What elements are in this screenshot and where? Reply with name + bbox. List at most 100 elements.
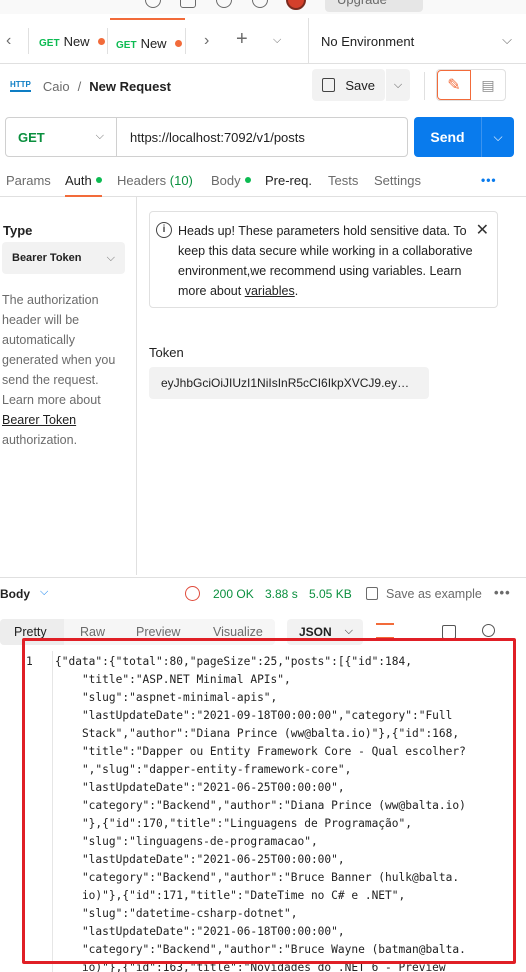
network-globe-icon[interactable] <box>185 586 200 601</box>
chevron-right-icon[interactable]: › <box>204 32 209 50</box>
save-as-example-button[interactable]: Save as example <box>366 587 482 601</box>
top-toolbar-strip: Upgrade <box>0 0 526 14</box>
code-line: Stack","author":"Diana Prince (ww@balta.… <box>55 727 460 740</box>
tab-body[interactable]: Body <box>211 173 251 188</box>
url-input[interactable]: https://localhost:7092/v1/posts <box>117 130 305 145</box>
tab-headers[interactable]: Headers (10) <box>117 173 193 188</box>
code-line: "slug":"aspnet-minimal-apis", <box>55 691 278 704</box>
send-button[interactable]: Send ⌵ <box>414 117 514 157</box>
tab-label: Body <box>211 173 241 188</box>
tab-params[interactable]: Params <box>6 173 51 188</box>
tab-label: Auth <box>65 173 92 188</box>
response-size[interactable]: 5.05 KB <box>309 587 352 601</box>
chevron-left-icon[interactable]: ‹ <box>6 32 11 50</box>
code-line: "category":"Backend","author":"Diana Pri… <box>55 799 466 812</box>
save-example-label: Save as example <box>386 587 482 601</box>
tab-preview[interactable]: Preview <box>122 619 194 645</box>
new-tab-plus-icon[interactable]: + <box>236 28 248 51</box>
response-time[interactable]: 3.88 s <box>265 587 298 601</box>
request-name[interactable]: New Request <box>89 79 171 94</box>
code-line: "slug":"datetime-csharp-dotnet", <box>55 907 298 920</box>
code-line: "lastUpdateDate":"2021-06-25T00:00:00", <box>55 781 345 794</box>
variables-link[interactable]: variables <box>245 284 295 298</box>
token-value: eyJhbGciOiJIUzI1NiIsInR5cCI6IkpXVCJ9.ey… <box>161 376 410 390</box>
breadcrumb-workspace[interactable]: Caio <box>43 79 70 94</box>
code-line: "category":"Backend","author":"Bruce Ban… <box>55 871 460 884</box>
tab-pretty[interactable]: Pretty <box>0 619 64 645</box>
auth-type-value: Bearer Token <box>12 252 82 264</box>
active-indicator-dot <box>244 177 251 183</box>
view-mode-toggle: ✎ ▤ <box>436 69 506 101</box>
info-icon: i <box>156 222 172 238</box>
avatar[interactable] <box>286 0 306 10</box>
response-bar: Body ⌵ 200 OK 3.88 s 5.05 KB Save as exa… <box>0 577 526 609</box>
tab-tests[interactable]: Tests <box>328 173 358 188</box>
response-view-tabs: Pretty Raw Preview Visualize JSON ⌵ <box>0 617 526 647</box>
divider <box>185 28 186 54</box>
settings-icon[interactable] <box>216 0 232 8</box>
method-label: GET <box>18 129 45 145</box>
format-select[interactable]: JSON ⌵ <box>287 619 363 645</box>
tab-visualize[interactable]: Visualize <box>199 619 277 645</box>
environment-selector[interactable]: No Environment ⌵ <box>308 18 526 64</box>
save-options-button[interactable]: ⌵ <box>386 69 410 101</box>
tab-auth[interactable]: Auth <box>65 173 102 197</box>
code-line: "lastUpdateDate":"2021-06-25T00:00:00", <box>55 853 345 866</box>
code-line: "lastUpdateDate":"2021-06-18T00:00:00", <box>55 925 345 938</box>
copy-icon[interactable] <box>442 625 456 639</box>
request-tab-active[interactable]: GET New <box>110 18 185 64</box>
token-label: Token <box>149 345 184 360</box>
request-config-tabs: Params Auth Headers (10) Body Pre-req. T… <box>0 165 526 197</box>
send-label: Send <box>430 129 465 145</box>
breadcrumb-separator: / <box>77 78 82 94</box>
code-line: "slug":"linguagens-de-programacao", <box>55 835 318 848</box>
search-icon[interactable] <box>482 624 495 637</box>
request-tab[interactable]: GET New <box>39 18 105 64</box>
notification-icon[interactable] <box>252 0 268 8</box>
send-options-chevron-icon[interactable]: ⌵ <box>481 117 514 157</box>
indent-guide <box>52 651 53 972</box>
tab-label: Headers <box>117 173 167 188</box>
tab-label: New <box>63 34 90 49</box>
code-line: "title":"Dapper ou Entity Framework Core… <box>55 745 466 758</box>
upgrade-button[interactable]: Upgrade <box>325 0 423 12</box>
more-tabs-icon[interactable]: ••• <box>481 173 497 187</box>
breadcrumb: HTTP Caio / New Request <box>10 74 171 98</box>
chevron-down-icon[interactable]: ⌵ <box>40 586 48 599</box>
method-select[interactable]: GET ⌵ <box>6 118 117 156</box>
format-label: JSON <box>299 625 332 639</box>
save-icon <box>366 587 378 600</box>
chevron-down-icon: ⌵ <box>95 130 104 142</box>
auth-type-select[interactable]: Bearer Token ⌵ <box>2 242 125 274</box>
bearer-token-link[interactable]: Bearer Token <box>2 413 76 427</box>
tab-raw[interactable]: Raw <box>66 619 119 645</box>
wrap-lines-icon[interactable] <box>376 623 394 639</box>
description-text: The authorization header will be automat… <box>2 293 116 407</box>
save-label: Save <box>345 77 375 93</box>
tab-settings[interactable]: Settings <box>374 173 421 188</box>
token-input[interactable]: eyJhbGciOiJIUzI1NiIsInR5cCI6IkpXVCJ9.ey… <box>149 367 429 399</box>
search-icon[interactable] <box>145 0 161 8</box>
tab-method: GET <box>116 40 137 51</box>
code-line: "title":"ASP.NET Minimal APIs", <box>55 673 291 686</box>
code-line: ","slug":"dapper-entity-framework-core", <box>55 763 352 776</box>
comment-icon[interactable]: ▤ <box>471 70 505 100</box>
save-button[interactable]: Save <box>312 69 385 101</box>
divider <box>107 28 108 54</box>
status-badge[interactable]: 200 OK <box>213 587 254 601</box>
tab-pre-request[interactable]: Pre-req. <box>265 173 312 188</box>
auth-description: The authorization header will be automat… <box>2 290 132 450</box>
tab-label: New <box>140 36 167 51</box>
sensitive-data-notice: i ✕ Heads up! These parameters hold sens… <box>149 211 498 308</box>
edit-pencil-icon[interactable]: ✎ <box>437 70 471 100</box>
unsaved-dot <box>97 38 105 45</box>
type-label: Type <box>3 223 33 238</box>
add-user-icon[interactable] <box>180 0 196 8</box>
tab-method: GET <box>39 38 60 49</box>
chevron-down-icon[interactable]: ⌵ <box>273 34 281 47</box>
response-body-label[interactable]: Body <box>0 587 30 601</box>
more-options-icon[interactable]: ••• <box>494 585 511 600</box>
response-body-code[interactable]: 1 {"data":{"total":80,"pageSize":25,"pos… <box>0 651 526 972</box>
close-icon[interactable]: ✕ <box>476 221 489 241</box>
divider <box>424 72 425 100</box>
